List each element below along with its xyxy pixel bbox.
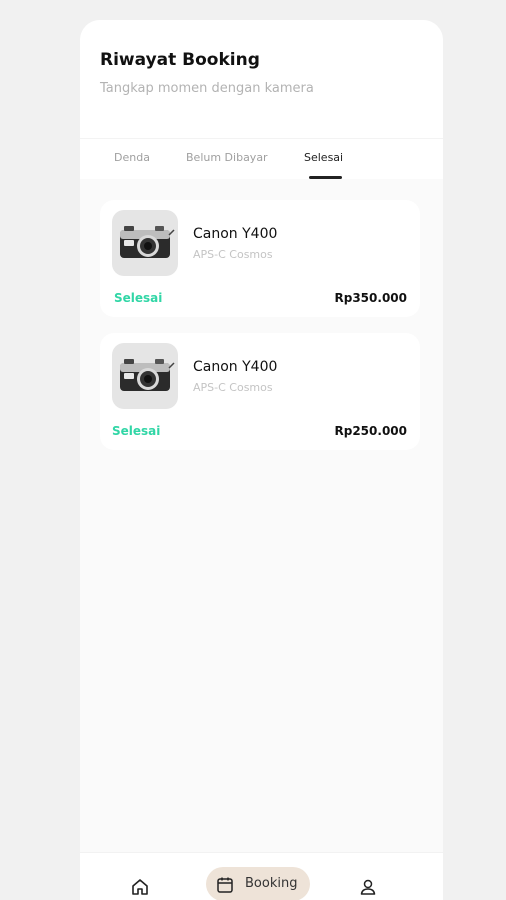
product-name: Canon Y400 [193,226,278,242]
active-tab-indicator [309,176,342,179]
page-subtitle: Tangkap momen dengan kamera [100,81,314,96]
product-category: APS-C Cosmos [193,248,273,261]
tab-denda[interactable]: Denda [114,151,150,164]
camera-image [112,210,178,276]
user-icon[interactable] [358,877,378,900]
tab-belum-dibayar[interactable]: Belum Dibayar [186,151,268,164]
camera-image [112,343,178,409]
booking-card[interactable]: Canon Y400 APS-C Cosmos Selesai Rp350.00… [100,200,420,317]
bottom-nav: Booking [80,852,443,900]
calendar-icon [217,877,233,893]
status-badge: Selesai [112,424,161,438]
nav-booking-label: Booking [245,876,298,891]
home-icon[interactable] [130,877,150,900]
header: Riwayat Booking Tangkap momen dengan kam… [80,20,443,138]
product-category: APS-C Cosmos [193,381,273,394]
page-title: Riwayat Booking [100,50,260,70]
nav-booking-button[interactable]: Booking [206,867,310,900]
price: Rp350.000 [334,291,408,305]
status-badge: Selesai [114,291,163,305]
app-screen: Riwayat Booking Tangkap momen dengan kam… [80,20,443,900]
tab-bar: Denda Belum Dibayar Selesai [80,138,443,179]
product-name: Canon Y400 [193,359,278,375]
tab-selesai[interactable]: Selesai [304,151,343,164]
booking-card[interactable]: Canon Y400 APS-C Cosmos Selesai Rp250.00… [100,333,420,450]
price: Rp250.000 [334,424,408,438]
